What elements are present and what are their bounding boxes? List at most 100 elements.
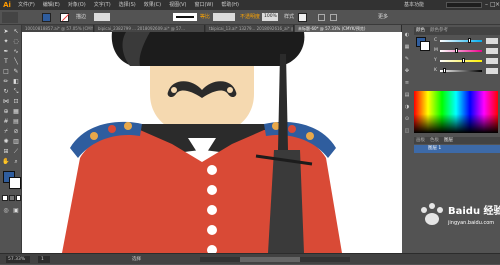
gradient-panel-icon[interactable]: ▤ <box>403 91 411 99</box>
status-bar: 57.33% 1 选择 <box>0 253 500 264</box>
slider-track[interactable] <box>440 58 482 63</box>
slider-track[interactable] <box>440 48 482 53</box>
opacity-field[interactable]: 100% <box>262 13 278 21</box>
lasso-icon[interactable]: ◌ <box>12 38 20 46</box>
value-field[interactable] <box>486 68 498 74</box>
shape-builder-icon[interactable]: ⊕ <box>2 108 10 116</box>
hand-tool-icon[interactable]: ✋ <box>2 158 10 166</box>
align-icon[interactable] <box>318 14 325 21</box>
blend-tool-icon[interactable]: ⊘ <box>12 128 20 136</box>
brush-definition[interactable] <box>213 13 235 21</box>
slider-track[interactable] <box>440 38 482 43</box>
symbol-sprayer-icon[interactable]: ✺ <box>2 138 10 146</box>
scroll-thumb[interactable] <box>240 257 300 262</box>
slider-thumb[interactable] <box>467 38 471 43</box>
stroke-color-box[interactable] <box>9 177 21 189</box>
swatches-panel-icon[interactable]: ▦ <box>403 43 411 51</box>
close-icon[interactable]: × <box>495 1 500 9</box>
default-colors-icon[interactable] <box>2 195 8 201</box>
slider-thumb[interactable] <box>455 48 459 53</box>
menu-help[interactable]: 帮助(H) <box>217 0 243 10</box>
brushes-panel-icon[interactable]: ✎ <box>403 55 411 63</box>
menu-view[interactable]: 视图(V) <box>165 0 190 10</box>
menu-edit[interactable]: 编辑(E) <box>39 0 64 10</box>
panel-menu-label[interactable]: 更多 <box>378 10 388 25</box>
free-transform-icon[interactable]: ⊡ <box>12 98 20 106</box>
width-tool-icon[interactable]: ⋈ <box>2 98 10 106</box>
slice-tool-icon[interactable]: ⟋ <box>12 148 20 156</box>
mesh-tool-icon[interactable]: # <box>2 118 10 126</box>
layers-panel-icon[interactable]: ◫ <box>403 127 411 135</box>
menu-select[interactable]: 选择(S) <box>115 0 140 10</box>
horizontal-scrollbar[interactable] <box>200 257 350 262</box>
symbols-panel-icon[interactable]: ✤ <box>403 67 411 75</box>
value-field[interactable] <box>486 48 498 54</box>
screen-mode-icon[interactable]: ▣ <box>12 207 20 215</box>
menu-object[interactable]: 对象(O) <box>64 0 90 10</box>
eyedropper-icon[interactable]: ⌿ <box>2 128 10 136</box>
perspective-grid-icon[interactable]: ▦ <box>12 108 20 116</box>
workspace-switcher[interactable]: 基本功能 <box>404 0 444 10</box>
paintbrush-icon[interactable]: ✎ <box>12 68 20 76</box>
fill-swatch[interactable] <box>42 13 51 22</box>
direct-selection-icon[interactable]: ↖ <box>12 28 20 36</box>
zoom-field[interactable]: 57.33% <box>6 256 30 263</box>
opacity-label[interactable]: 不透明度 <box>240 10 260 25</box>
variable-width-profile[interactable] <box>173 13 197 21</box>
gradient-tool-icon[interactable]: ▤ <box>12 118 20 126</box>
rectangle-tool-icon[interactable]: □ <box>2 68 10 76</box>
artboard-navigator[interactable]: 1 <box>38 256 50 263</box>
line-tool-icon[interactable]: ╲ <box>12 58 20 66</box>
minimize-icon[interactable]: – <box>484 1 489 9</box>
document-tab[interactable]: bipicai_2382799 ... 2018092609.ai* @ 57.… <box>95 25 205 32</box>
rotate-tool-icon[interactable]: ↻ <box>2 88 10 96</box>
appearance-panel-icon[interactable]: ⊙ <box>403 115 411 123</box>
menu-window[interactable]: 窗口(W) <box>190 0 217 10</box>
tab-layers[interactable]: 图层 <box>444 137 453 144</box>
color-panel-icon[interactable]: ◐ <box>403 31 411 39</box>
menu-file[interactable]: 文件(F) <box>14 0 39 10</box>
menu-effect[interactable]: 效果(C) <box>140 0 165 10</box>
pen-tool-icon[interactable]: ✒ <box>2 48 10 56</box>
stroke-weight-field[interactable] <box>94 13 110 21</box>
artboard-canvas[interactable] <box>22 32 402 253</box>
pencil-icon[interactable]: ✏ <box>2 78 10 86</box>
panel-stroke-swatch[interactable] <box>420 41 430 51</box>
menu-type[interactable]: 文字(T) <box>90 0 115 10</box>
scale-tool-icon[interactable]: ⤡ <box>12 88 20 96</box>
transparency-panel-icon[interactable]: ◑ <box>403 103 411 111</box>
tab-color-guide[interactable]: 颜色参考 <box>430 27 448 35</box>
moustache-curl-right <box>227 87 233 93</box>
stroke-swatch[interactable] <box>60 13 70 22</box>
curvature-icon[interactable]: ∿ <box>12 48 20 56</box>
transform-icon[interactable] <box>330 14 337 21</box>
slider-track[interactable] <box>440 68 482 73</box>
slider-thumb[interactable] <box>442 68 446 73</box>
artboard-tool-icon[interactable]: ⊞ <box>2 148 10 156</box>
color-spectrum[interactable] <box>414 91 498 133</box>
draw-mode-icon[interactable]: ◎ <box>2 207 10 215</box>
gradient-mode-icon[interactable] <box>9 195 15 201</box>
search-input[interactable] <box>446 2 482 8</box>
tab-color[interactable]: 颜色 <box>416 27 425 35</box>
document-tab-active[interactable]: 未标题-60* @ 57.33% (CMYK/预览) <box>295 25 402 32</box>
magic-wand-icon[interactable]: ✦ <box>2 38 10 46</box>
none-mode-icon[interactable] <box>16 195 21 201</box>
value-field[interactable] <box>486 38 498 44</box>
selection-tool-icon[interactable]: ➤ <box>2 28 10 36</box>
type-tool-icon[interactable]: T <box>2 58 10 66</box>
tab-swatches[interactable]: 色板 <box>430 137 439 144</box>
eraser-icon[interactable]: ◧ <box>12 78 20 86</box>
document-tab[interactable]: 10010818857.ai* @ 57.05% (CMYK/预览) <box>22 25 94 32</box>
profile-label[interactable]: 等比 <box>200 10 210 25</box>
tab-artboards[interactable]: 画板 <box>416 137 425 144</box>
layer-row[interactable]: 图层 1 <box>414 145 500 153</box>
stroke-panel-icon[interactable]: ≡ <box>403 79 411 87</box>
zoom-tool-icon[interactable]: ⌕ <box>12 158 20 166</box>
value-field[interactable] <box>486 58 498 64</box>
control-bar: 描边 等比 不透明度 100% 样式 更多 <box>0 10 500 25</box>
slider-thumb[interactable] <box>461 58 465 63</box>
column-graph-icon[interactable]: ▥ <box>12 138 20 146</box>
graphic-style-swatch[interactable] <box>298 13 307 22</box>
document-tab[interactable]: tbipicai_13.ai* 13279... 2018092616_ai* … <box>206 25 294 32</box>
